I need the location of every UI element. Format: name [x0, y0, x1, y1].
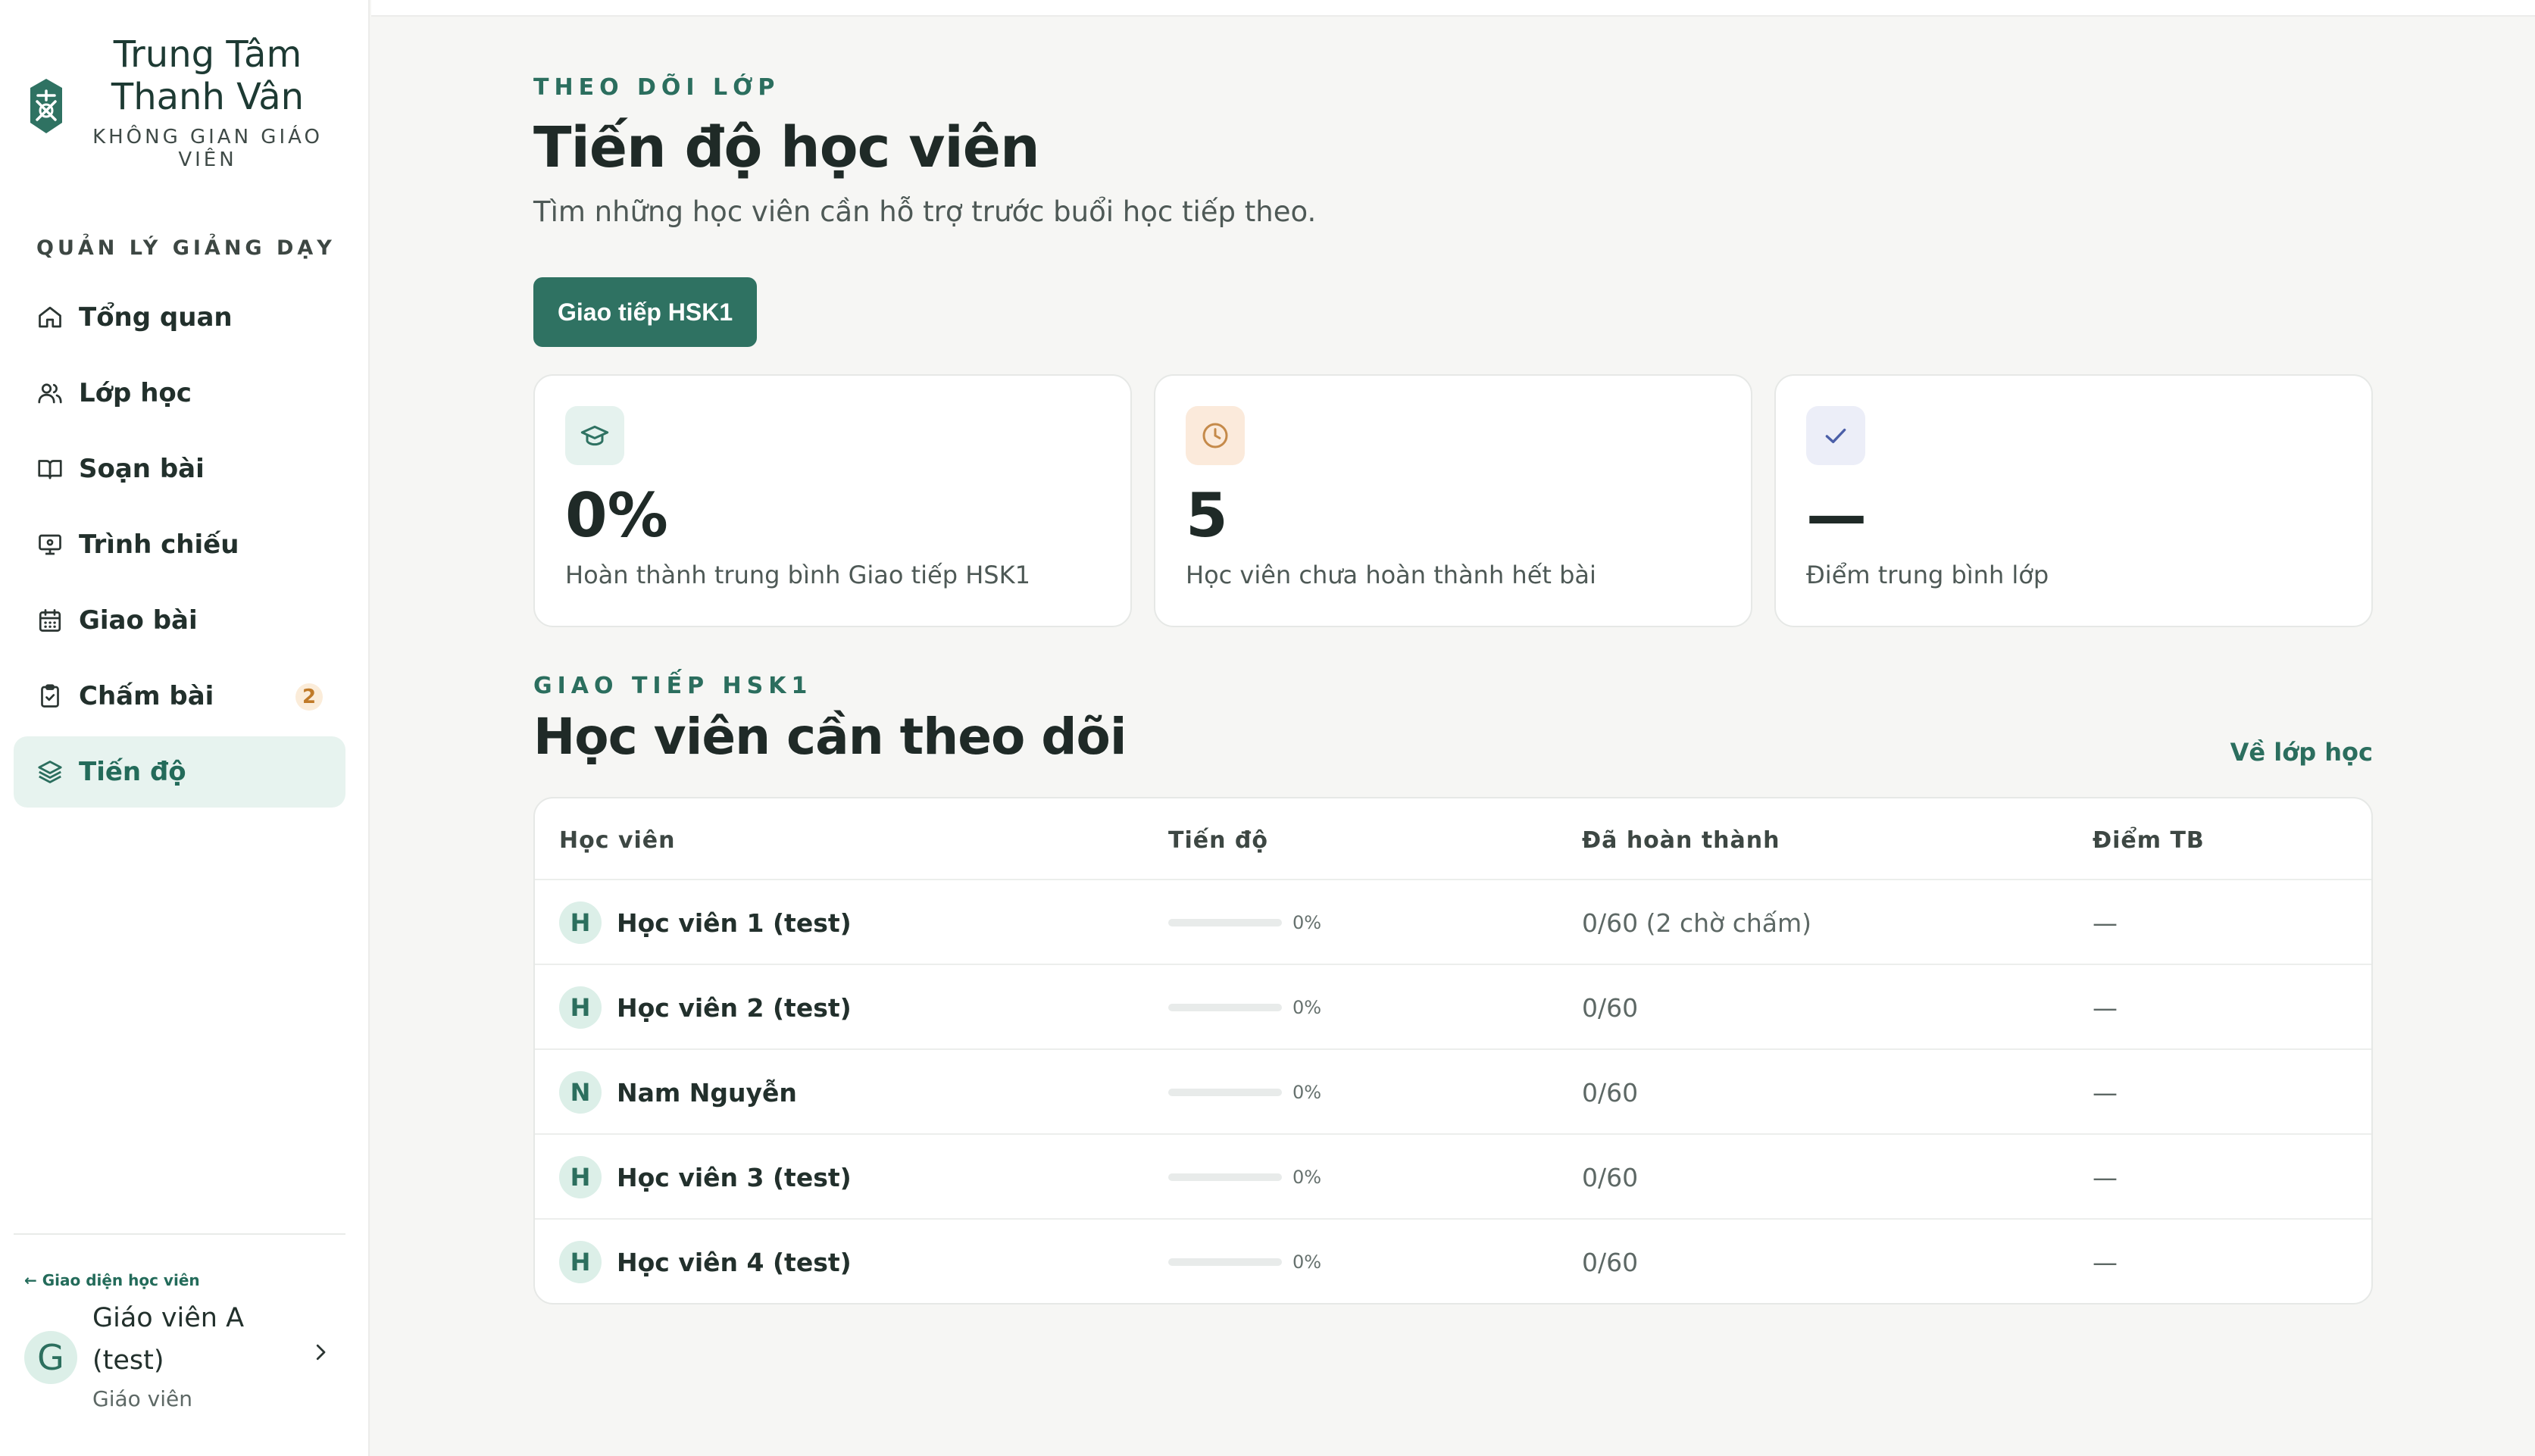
sidebar-item-lesson-prep[interactable]: Soạn bài — [14, 433, 345, 505]
average-score: — — [2093, 992, 2118, 1023]
table-row[interactable]: H Học viên 1 (test) 0% 0/60 (2 chờ chấm)… — [535, 880, 2371, 965]
page-title: Tiến độ học viên — [533, 115, 1040, 180]
brand[interactable]: Trung Tâm Thanh Vân KHÔNG GIAN GIÁO VIÊN — [26, 33, 344, 177]
progress-bar — [1168, 1173, 1282, 1181]
sidebar-item-assign[interactable]: Giao bài — [14, 585, 345, 656]
stat-value: — — [1806, 480, 1867, 551]
completed-count: 0/60 — [1582, 1162, 1639, 1192]
average-score: — — [2093, 1077, 2118, 1108]
progress-percent: 0% — [1293, 1082, 1322, 1103]
student-name[interactable]: Nam Nguyễn — [617, 1078, 797, 1108]
stat-label: Hoàn thành trung bình Giao tiếp HSK1 — [565, 561, 1030, 589]
student-name[interactable]: Học viên 1 (test) — [617, 908, 852, 938]
sidebar-item-label: Giao bài — [79, 605, 198, 636]
column-header-progress: Tiến độ — [1168, 827, 1268, 854]
graduation-cap-icon — [565, 406, 624, 465]
stat-label: Học viên chưa hoàn thành hết bài — [1186, 561, 1596, 589]
class-selector-button[interactable]: Giao tiếp HSK1 — [533, 277, 758, 347]
check-icon — [1806, 406, 1865, 465]
progress-percent: 0% — [1293, 1251, 1322, 1273]
sidebar-item-overview[interactable]: Tổng quan — [14, 282, 345, 353]
progress-percent: 0% — [1293, 997, 1322, 1018]
student-view-link[interactable]: ← Giao diện học viên — [24, 1271, 200, 1289]
table-row[interactable]: H Học viên 4 (test) 0% 0/60 — — [535, 1220, 2371, 1303]
sidebar-item-presentation[interactable]: Trình chiếu — [14, 509, 345, 580]
progress-bar — [1168, 1258, 1282, 1266]
table-row[interactable]: N Nam Nguyễn 0% 0/60 — — [535, 1050, 2371, 1135]
stat-value: 5 — [1186, 480, 1228, 551]
column-header-completed: Đã hoàn thành — [1582, 827, 1780, 854]
stats-row: 0% Hoàn thành trung bình Giao tiếp HSK1 … — [533, 374, 2373, 627]
sidebar-item-grading[interactable]: Chấm bài 2 — [14, 661, 345, 732]
presentation-icon — [35, 530, 65, 560]
avatar: G — [24, 1331, 77, 1384]
brand-subtitle: KHÔNG GIAN GIÁO VIÊN — [92, 126, 323, 171]
completed-count: 0/60 — [1582, 992, 1639, 1023]
section-eyebrow: GIAO TIẾP HSK1 — [533, 673, 813, 699]
progress-bar — [1168, 919, 1282, 926]
avatar: H — [559, 901, 602, 944]
completed-count: 0/60 — [1582, 1247, 1639, 1277]
avatar: H — [559, 1156, 602, 1198]
back-to-class-link[interactable]: Về lớp học — [2230, 738, 2373, 767]
average-score: — — [2093, 1162, 2118, 1192]
layers-icon — [35, 757, 65, 787]
top-bar — [371, 0, 2535, 17]
progress-bar — [1168, 1089, 1282, 1096]
nav-section-title: QUẢN LÝ GIẢNG DẠY — [36, 236, 336, 260]
sidebar-item-label: Lớp học — [79, 378, 192, 408]
page-subtitle: Tìm những học viên cần hỗ trợ trước buổi… — [533, 195, 1317, 228]
stat-label: Điểm trung bình lớp — [1806, 561, 2049, 589]
column-header-student: Học viên — [559, 827, 676, 854]
stat-card-incomplete: 5 Học viên chưa hoàn thành hết bài — [1154, 374, 1752, 627]
section-title: Học viên cần theo dõi — [533, 708, 1127, 766]
table-row[interactable]: H Học viên 2 (test) 0% 0/60 — — [535, 965, 2371, 1050]
student-name[interactable]: Học viên 3 (test) — [617, 1163, 852, 1192]
clock-icon — [1186, 406, 1245, 465]
sidebar-item-label: Soạn bài — [79, 454, 205, 484]
pending-count-badge: 2 — [295, 683, 323, 711]
user-name[interactable]: Giáo viên A (test) — [92, 1297, 289, 1382]
brand-name: Trung Tâm Thanh Vân — [111, 33, 305, 118]
progress-percent: 0% — [1293, 912, 1322, 933]
sidebar-item-classes[interactable]: Lớp học — [14, 358, 345, 429]
progress-bar — [1168, 1004, 1282, 1011]
student-name[interactable]: Học viên 4 (test) — [617, 1248, 852, 1277]
sidebar-nav: Tổng quan Lớp học Soạn bài Trình chiếu G… — [14, 282, 345, 812]
sidebar: Trung Tâm Thanh Vân KHÔNG GIAN GIÁO VIÊN… — [0, 0, 370, 1456]
users-icon — [35, 378, 65, 408]
avatar: N — [559, 1071, 602, 1114]
user-role: Giáo viên — [92, 1386, 192, 1411]
sidebar-item-label: Trình chiếu — [79, 530, 239, 560]
average-score: — — [2093, 1247, 2118, 1277]
lantern-logo-icon — [30, 79, 62, 133]
students-table: Học viên Tiến độ Đã hoàn thành Điểm TB H… — [533, 797, 2373, 1304]
column-header-average: Điểm TB — [2093, 827, 2205, 854]
stat-card-average: — Điểm trung bình lớp — [1774, 374, 2373, 627]
average-score: — — [2093, 908, 2118, 938]
sidebar-item-label: Chấm bài — [79, 681, 214, 711]
table-row[interactable]: H Học viên 3 (test) 0% 0/60 — — [535, 1135, 2371, 1220]
page-eyebrow: THEO DÕI LỚP — [533, 74, 780, 101]
sidebar-item-label: Tiến độ — [79, 757, 186, 787]
calendar-icon — [35, 605, 65, 636]
table-header: Học viên Tiến độ Đã hoàn thành Điểm TB — [535, 798, 2371, 880]
home-icon — [35, 302, 65, 333]
book-icon — [35, 454, 65, 484]
progress-percent: 0% — [1293, 1167, 1322, 1188]
sidebar-item-progress[interactable]: Tiến độ — [14, 736, 345, 808]
stat-card-completion: 0% Hoàn thành trung bình Giao tiếp HSK1 — [533, 374, 1132, 627]
student-name[interactable]: Học viên 2 (test) — [617, 993, 852, 1023]
avatar: H — [559, 1241, 602, 1283]
chevron-right-icon[interactable] — [309, 1341, 332, 1364]
stat-value: 0% — [565, 480, 668, 551]
completed-count: 0/60 (2 chờ chấm) — [1582, 908, 1811, 938]
clipboard-check-icon — [35, 681, 65, 711]
avatar: H — [559, 986, 602, 1029]
completed-count: 0/60 — [1582, 1077, 1639, 1108]
sidebar-divider — [14, 1233, 345, 1235]
sidebar-item-label: Tổng quan — [79, 302, 233, 333]
